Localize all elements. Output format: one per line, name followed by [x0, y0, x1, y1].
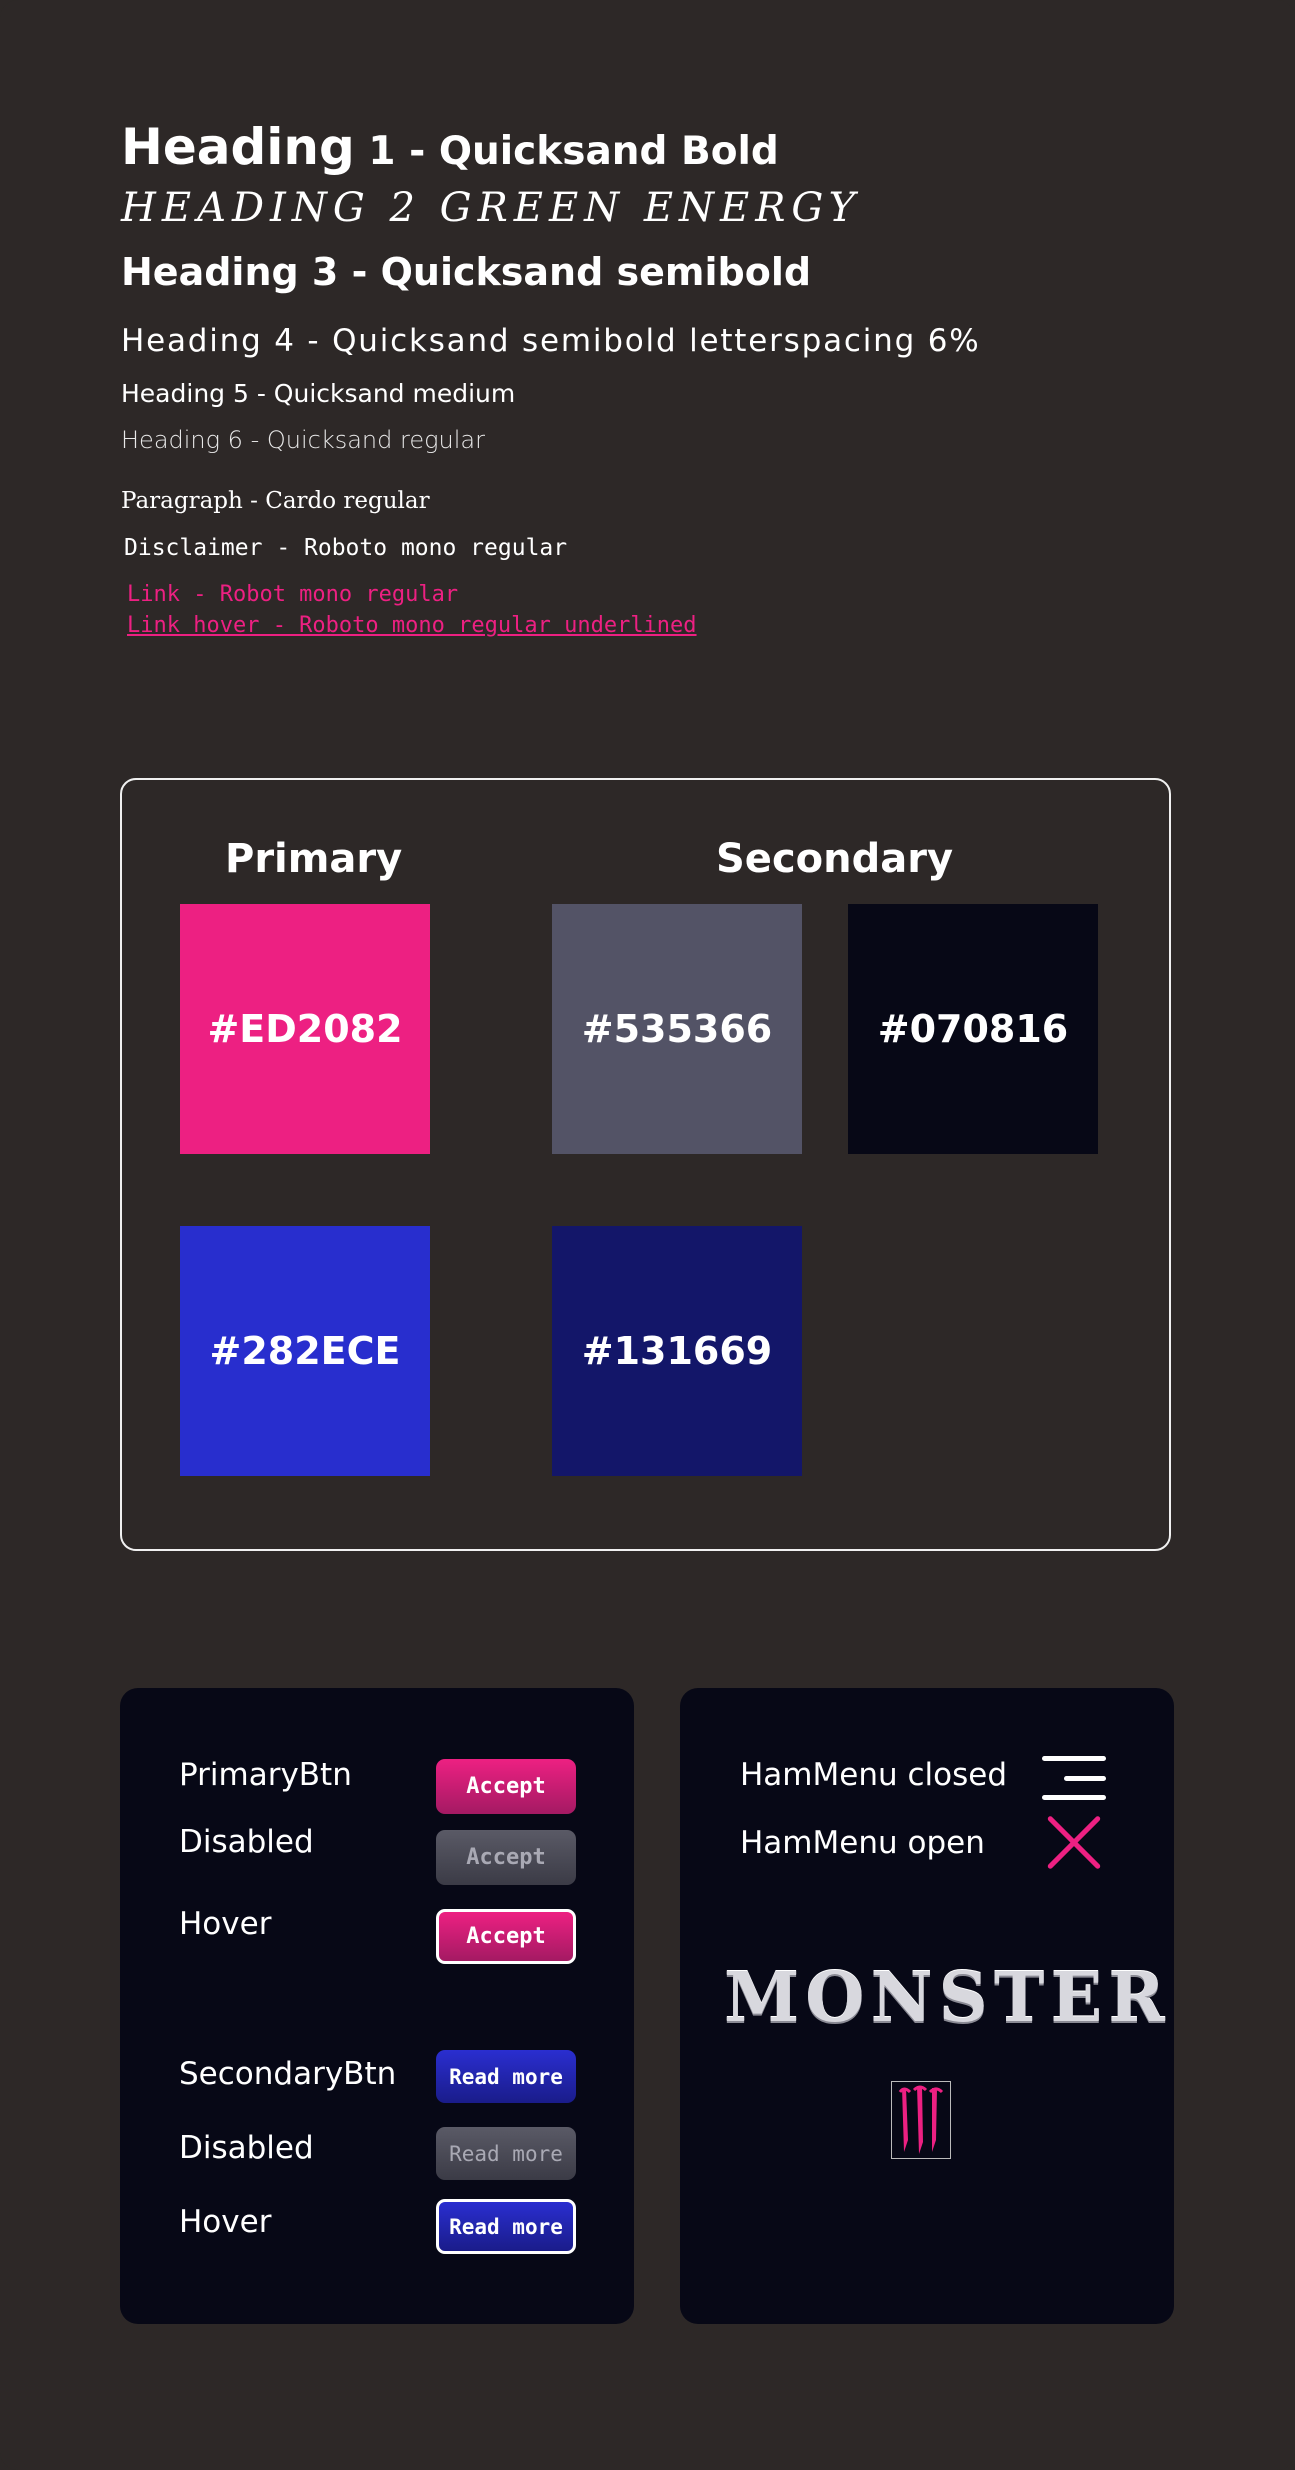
buttons-card: PrimaryBtn Accept Disabled Accept Hover …: [120, 1688, 634, 2324]
heading-1-rest: 1 - Quicksand Bold: [354, 129, 779, 174]
color-swatch: #282ECE: [180, 1226, 430, 1476]
swatch-hex-label: #070816: [877, 1007, 1069, 1051]
paragraph-sample: Paragraph - Cardo regular: [121, 488, 430, 514]
primary-colors-heading: Primary: [225, 836, 403, 882]
color-swatch: #535366: [552, 904, 802, 1154]
color-swatch: #ED2082: [180, 904, 430, 1154]
style-guide-canvas: Heading 1 - Quicksand Bold HEADING 2 GRE…: [0, 0, 1295, 2470]
read-more-button-disabled: Read more: [436, 2127, 576, 2180]
color-palette-panel: Primary Secondary #ED2082 #535366 #07081…: [120, 778, 1171, 1551]
read-more-button[interactable]: Read more: [436, 2050, 576, 2103]
secondary-hover-label: Hover: [179, 2204, 272, 2240]
color-swatch: #070816: [848, 904, 1098, 1154]
close-icon[interactable]: [1042, 1812, 1106, 1876]
hamburger-icon[interactable]: [1042, 1756, 1106, 1802]
heading-4-sample: Heading 4 - Quicksand semibold letterspa…: [121, 323, 981, 359]
hamburger-open-label: HamMenu open: [740, 1825, 985, 1861]
swatch-hex-label: #535366: [581, 1007, 773, 1051]
swatch-hex-label: #ED2082: [207, 1007, 403, 1051]
swatch-hex-label: #131669: [581, 1329, 773, 1373]
link-hover-sample[interactable]: Link hover - Roboto mono regular underli…: [127, 613, 697, 638]
heading-5-sample: Heading 5 - Quicksand medium: [121, 379, 516, 408]
heading-1-sample: Heading 1 - Quicksand Bold: [121, 118, 779, 176]
heading-1-word: Heading: [121, 118, 355, 176]
swatch-hex-label: #282ECE: [209, 1329, 401, 1373]
accept-button-disabled: Accept: [436, 1830, 576, 1885]
secondary-button-label: SecondaryBtn: [179, 2056, 397, 2092]
primary-button-label: PrimaryBtn: [179, 1757, 352, 1793]
monster-claw-icon: [891, 2081, 951, 2159]
accept-button[interactable]: Accept: [436, 1759, 576, 1814]
read-more-button-hover[interactable]: Read more: [436, 2199, 576, 2254]
color-swatch: #131669: [552, 1226, 802, 1476]
primary-disabled-label: Disabled: [179, 1824, 314, 1860]
heading-6-sample: Heading 6 - Quicksand regular: [121, 426, 485, 454]
menu-brand-card: HamMenu closed HamMenu open MONSTER: [680, 1688, 1174, 2324]
secondary-disabled-label: Disabled: [179, 2130, 314, 2166]
secondary-colors-heading: Secondary: [716, 836, 954, 882]
primary-hover-label: Hover: [179, 1906, 272, 1942]
monster-logo: MONSTER: [724, 1958, 1171, 2038]
hamburger-closed-label: HamMenu closed: [740, 1757, 1007, 1793]
heading-2-sample: HEADING 2 GREEN ENERGY: [121, 185, 862, 231]
link-sample[interactable]: Link - Robot mono regular: [127, 582, 458, 607]
heading-3-sample: Heading 3 - Quicksand semibold: [121, 250, 812, 294]
accept-button-hover[interactable]: Accept: [436, 1909, 576, 1964]
disclaimer-sample: Disclaimer - Roboto mono regular: [124, 535, 568, 561]
